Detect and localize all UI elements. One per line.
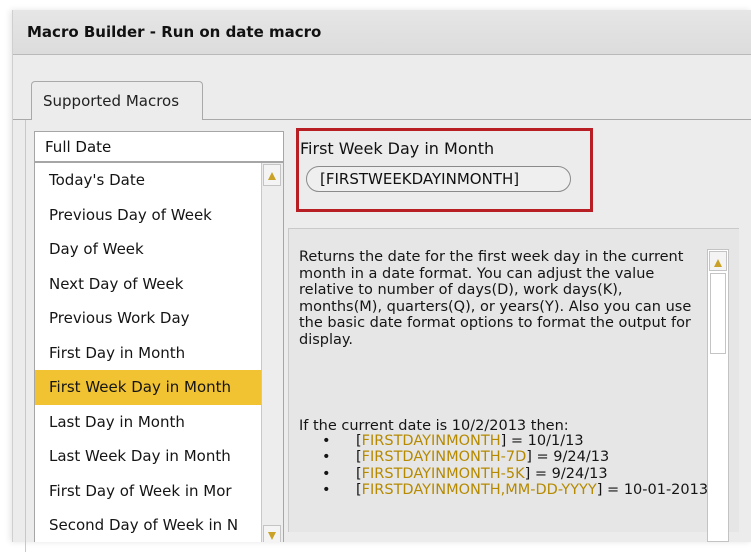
macro-list-item[interactable]: Day of Week — [35, 232, 261, 267]
triangle-up-icon — [714, 259, 722, 267]
macro-list-item-label: First Day in Month — [49, 343, 186, 362]
macro-description: Returns the date for the first week day … — [299, 249, 703, 349]
highlight-annotation-box — [296, 128, 593, 212]
macro-list-item[interactable]: First Day in Month — [35, 336, 261, 371]
triangle-up-icon — [268, 172, 276, 180]
example-item: • [FIRSTDAYINMONTH-5K] = 9/24/13 — [322, 466, 712, 482]
bullet-icon: • — [322, 449, 331, 466]
description-scrollbar[interactable] — [707, 249, 729, 542]
example-result: = 9/24/13 — [530, 465, 608, 482]
example-macro-name: FIRSTDAYINMONTH,MM-DD-YYYY — [361, 482, 597, 499]
title-bar[interactable]: Macro Builder - Run on date macro — [13, 10, 751, 55]
panel-border — [25, 120, 26, 552]
triangle-down-icon — [268, 532, 276, 540]
example-item: • [FIRSTDAYINMONTH,MM-DD-YYYY] = 10-01-20… — [322, 482, 712, 498]
scroll-up-button[interactable] — [263, 164, 281, 186]
macro-list-item[interactable]: Previous Day of Week — [35, 198, 261, 233]
example-result: = 10/1/13 — [506, 433, 584, 449]
description-text: Returns the date for the first week day … — [299, 249, 692, 348]
macro-list-items: Today's Date Previous Day of Week Day of W… — [35, 163, 261, 542]
examples-list: • [FIRSTDAYINMONTH] = 10/1/13 • [FIRSTDAYIN… — [322, 433, 712, 499]
macro-list-item-label: First Day of Week in Mor — [49, 481, 232, 500]
macro-list-item[interactable]: First Day of Week in Mor — [35, 474, 261, 509]
bullet-icon: • — [322, 433, 331, 449]
description-scroll-thumb[interactable] — [710, 273, 726, 354]
macro-list-item-label: Today's Date — [49, 171, 145, 189]
macro-list-item[interactable]: First Week Day in Month — [35, 370, 261, 405]
example-result: = 10-01-2013 — [602, 482, 709, 499]
bullet-icon: • — [322, 465, 331, 482]
example-macro-name: FIRSTDAYINMONTH-7D — [361, 449, 527, 466]
example-condition: If the current date is 10/2/2013 then: — [299, 418, 569, 434]
example-macro-name: FIRSTDAYINMONTH — [361, 433, 501, 449]
macro-list-item[interactable]: Second Day of Week in N — [35, 508, 261, 542]
macro-list-item-label: Last Day in Month — [49, 412, 185, 431]
macro-list-item[interactable]: Today's Date — [35, 163, 261, 198]
macro-list-item-label: Next Day of Week — [49, 274, 184, 293]
macro-list-item[interactable]: Previous Work Day — [35, 301, 261, 336]
example-item: • [FIRSTDAYINMONTH-7D] = 9/24/13 — [322, 449, 712, 465]
example-macro-name: FIRSTDAYINMONTH-5K — [361, 465, 525, 482]
macro-list-item-label: Day of Week — [49, 240, 144, 258]
macro-list-item-label: Previous Work Day — [49, 309, 190, 327]
example-result: = 9/24/13 — [531, 449, 610, 466]
description-scroll-up-button[interactable] — [709, 251, 727, 271]
macro-list-item[interactable]: Last Week Day in Month — [35, 439, 261, 474]
tab-label: Supported Macros — [43, 92, 180, 110]
example-item: • [FIRSTDAYINMONTH] = 10/1/13 — [322, 433, 712, 449]
macro-list-item-label: First Week Day in Month — [49, 378, 232, 396]
dialog-title: Macro Builder - Run on date macro — [27, 23, 322, 41]
bullet-icon: • — [322, 482, 331, 499]
macro-list-item-label: Last Week Day in Month — [49, 447, 231, 465]
macro-list[interactable]: Today's Date Previous Day of Week Day of W… — [34, 162, 284, 542]
category-select-value: Full Date — [45, 138, 112, 156]
macro-list-scrollbar[interactable] — [261, 163, 283, 542]
macro-list-item[interactable]: Next Day of Week — [35, 267, 261, 302]
tab-supported-macros[interactable]: Supported Macros — [31, 81, 203, 120]
scroll-down-button[interactable] — [263, 525, 281, 542]
macro-list-item[interactable]: Last Day in Month — [35, 405, 261, 440]
macro-list-item-label: Second Day of Week in N — [49, 516, 239, 534]
category-select[interactable]: Full Date — [34, 131, 284, 162]
macro-list-item-label: Previous Day of Week — [49, 205, 212, 224]
